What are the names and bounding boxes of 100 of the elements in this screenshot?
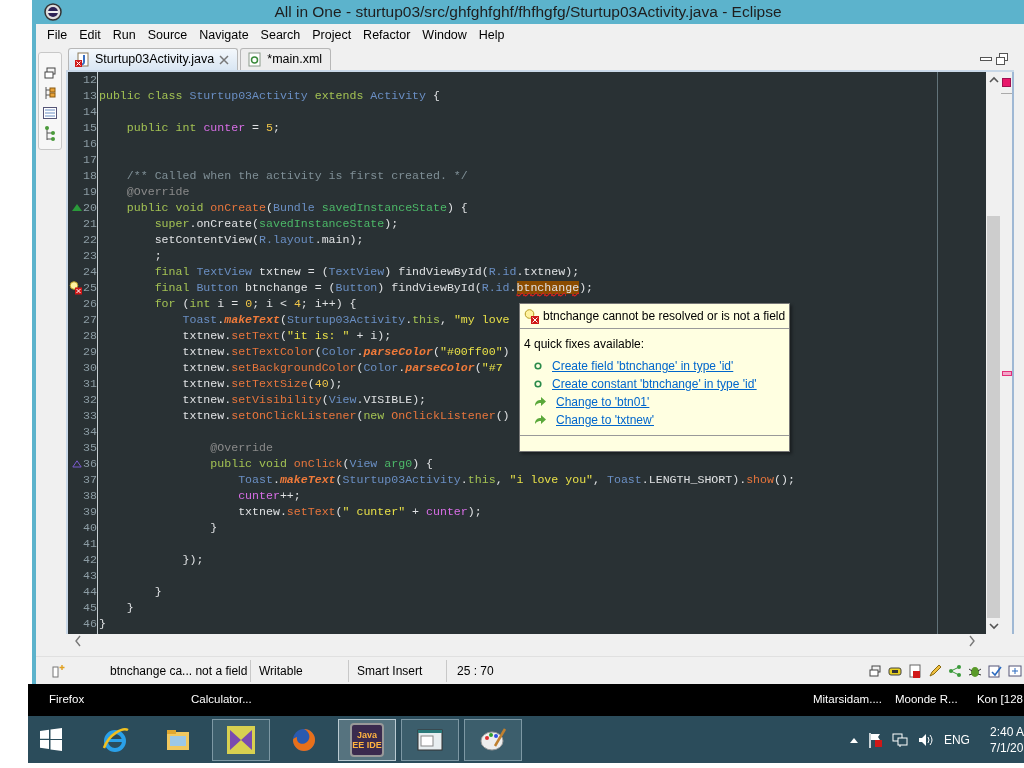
app-logo: Java EE IDE [350, 722, 384, 757]
code-line: /** Called when the activity is first created. */ [125, 168, 468, 184]
studio-icon [227, 725, 255, 754]
window-title: All in One - sturtup03/src/ghfghfghf/fhfhgfg/Sturtup03Activity.java - Eclipse [273, 2, 783, 23]
status-text: 25 : 70 [456, 662, 495, 680]
editor-tab[interactable]: *main.xml [240, 48, 332, 70]
line-number: 30 [82, 360, 97, 376]
restore-icon[interactable] [868, 663, 882, 678]
menu-item[interactable]: Project [306, 25, 358, 45]
outline-icon[interactable] [43, 107, 57, 119]
line-number: 18 [82, 168, 97, 184]
line-number: 31 [82, 376, 97, 392]
code-line: } [125, 600, 134, 616]
quick-fix-link[interactable]: Change to 'btn01' [556, 393, 650, 411]
line-number: 15 [82, 120, 97, 136]
code-line: txtnew.setText("it is: " + i); [181, 328, 392, 344]
maximize-icon[interactable] [996, 53, 1008, 65]
menu-item[interactable]: File [41, 25, 74, 45]
hierarchy-icon[interactable] [44, 86, 56, 100]
line-number: 25 [82, 280, 97, 296]
line-number: 33 [82, 408, 97, 424]
tree-icon[interactable] [44, 126, 56, 142]
window-title-label[interactable]: Firefox [49, 691, 191, 709]
menu-item[interactable]: Source [141, 25, 194, 45]
line-number: 32 [82, 392, 97, 408]
code-line: Toast.makeText(Sturtup03Activity.this, "my love [181, 312, 510, 328]
line-number: 38 [82, 488, 97, 504]
editor-tab[interactable]: Sturtup03Activity.java [68, 48, 239, 70]
code-line: txtnew.setText(" cunter" + cunter); [237, 504, 482, 520]
line-number: 39 [82, 504, 97, 520]
line-number: 34 [82, 424, 97, 440]
file-error-icon [75, 52, 90, 67]
code-line: public void onClick(View arg0) { [209, 456, 433, 472]
code-line: @Override [209, 440, 273, 456]
window-title-label[interactable]: Kon [128 [976, 691, 1023, 709]
taskbar-button[interactable] [212, 718, 270, 761]
quick-fix-link[interactable]: Change to 'txtnew' [556, 411, 654, 429]
line-number: 40 [82, 520, 97, 536]
menu-item[interactable]: Help [472, 25, 511, 45]
code-line: super.onCreate(savedInstanceState); [153, 216, 399, 232]
quick-fix-link[interactable]: Create field 'btnchange' in type 'id' [552, 357, 734, 375]
code-line: for (int i = 0; i < 4; i++) { [153, 296, 357, 312]
taskbar-button[interactable] [401, 718, 459, 761]
code-line: public class Sturtup03Activity extends Activity { [99, 88, 440, 104]
line-number: 36 [82, 456, 97, 472]
code-line: txtnew.setOnClickListener(new OnClickListener() [181, 408, 510, 424]
line-number: 20 [82, 200, 97, 216]
menu-item[interactable]: Refactor [357, 25, 417, 45]
problems-icon[interactable] [908, 663, 922, 678]
menu-item[interactable]: Window [416, 25, 473, 45]
line-number: 29 [82, 344, 97, 360]
status-text: Writable [251, 659, 349, 682]
pencil-icon[interactable] [928, 663, 942, 678]
scroll-left-icon[interactable] [74, 635, 82, 647]
error-bulb-icon [524, 308, 539, 324]
code-line: } [209, 520, 218, 536]
line-number: 44 [82, 584, 97, 600]
line-number: 22 [82, 232, 97, 248]
code-line: txtnew.setTextSize(40); [181, 376, 343, 392]
line-number: 26 [82, 296, 97, 312]
close-icon[interactable] [219, 54, 230, 65]
status-icon [51, 663, 65, 678]
code-line: txtnew.setBackgroundColor(Color.parseColor("#7 [181, 360, 503, 376]
line-number: 27 [82, 312, 97, 328]
language-indicator[interactable]: ENG [943, 730, 970, 749]
error-message: btnchange cannot be resolved or is not a field [543, 308, 786, 325]
code-line: } [99, 616, 106, 632]
error-location-icon[interactable] [1001, 371, 1012, 376]
line-number: 23 [82, 248, 97, 264]
code-line: } [153, 584, 162, 600]
code-line: final Button btnchange = (Button) findViewById(R.id.btnchange); [153, 280, 594, 296]
line-number: 45 [82, 600, 97, 616]
window-title-label[interactable]: Moonde R... [894, 691, 977, 709]
line-number: 21 [82, 216, 97, 232]
line-number: 19 [82, 184, 97, 200]
menu-item[interactable]: Search [254, 25, 307, 45]
code-line: txtnew.setTextColor(Color.parseColor("#00ff00") [181, 344, 510, 360]
volume-icon[interactable] [917, 732, 934, 747]
window-title-label[interactable]: Mitarsidam.... [812, 691, 895, 709]
taskbar-button[interactable]: Java EE IDE [338, 718, 396, 761]
menu-item[interactable]: Edit [73, 25, 107, 45]
show-hidden-icon[interactable] [849, 736, 858, 743]
line-number: 13 [82, 88, 97, 104]
clock-time[interactable]: 2:40 A [989, 723, 1024, 740]
window-title-label[interactable]: Calculator... [191, 691, 333, 709]
taskbar-button[interactable] [464, 718, 522, 761]
code-line: final TextView txtnew = (TextView) findViewById(R.id.txtnew); [153, 264, 580, 280]
scrollbar-thumb[interactable] [987, 216, 1000, 618]
clock-date[interactable]: 7/1/20 [989, 739, 1024, 756]
code-line: public int cunter = 5; [125, 120, 280, 136]
code-line: public void onCreate(Bundle savedInstanceState) { [125, 200, 468, 216]
quick-fix-link[interactable]: Create constant 'btnchange' in type 'id' [552, 375, 757, 393]
line-number: 35 [82, 440, 97, 456]
line-number: 24 [82, 264, 97, 280]
scroll-right-icon[interactable] [968, 635, 976, 647]
restore-icon[interactable] [44, 67, 56, 79]
menu-item[interactable]: Navigate [193, 25, 255, 45]
check-icon[interactable] [988, 663, 1002, 678]
line-number: 17 [82, 152, 97, 168]
menu-item[interactable]: Run [106, 25, 142, 45]
